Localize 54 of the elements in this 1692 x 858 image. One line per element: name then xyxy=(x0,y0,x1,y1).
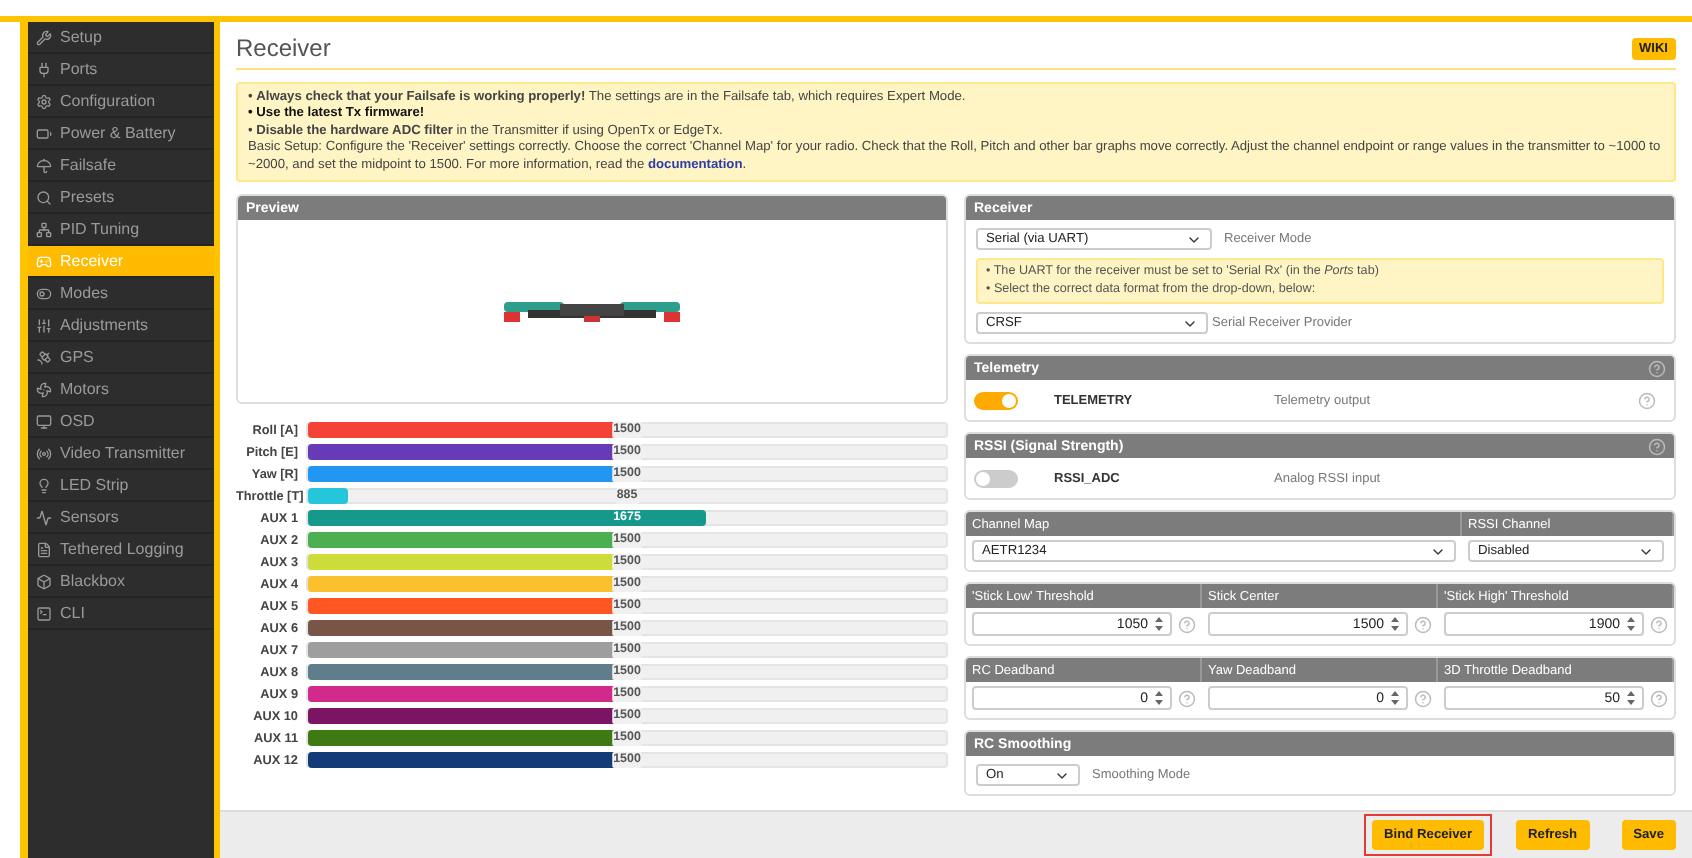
sidebar-item[interactable]: Presets xyxy=(28,182,214,214)
help-icon[interactable] xyxy=(1638,391,1656,410)
box-icon xyxy=(36,573,52,589)
spinner-icon[interactable] xyxy=(1154,616,1164,633)
toggle-icon xyxy=(36,285,52,301)
help-icon[interactable] xyxy=(1650,689,1668,708)
sidebar-item[interactable]: Failsafe xyxy=(28,150,214,182)
sidebar-item[interactable]: Blackbox xyxy=(28,566,214,598)
battery-icon xyxy=(36,125,52,141)
satellite-icon xyxy=(36,349,52,365)
toggle-switch[interactable] xyxy=(974,469,1018,488)
page-title: Receiver xyxy=(236,34,331,62)
sidebar-item[interactable]: Sensors xyxy=(28,502,214,534)
help-icon[interactable] xyxy=(1650,615,1668,634)
sidebar-item[interactable]: Motors xyxy=(28,374,214,406)
sidebar-item[interactable]: CLI xyxy=(28,598,214,630)
spinner-icon[interactable] xyxy=(1390,690,1400,707)
sidebar-item[interactable]: OSD xyxy=(28,406,214,438)
toggle-switch[interactable] xyxy=(974,391,1018,410)
gamepad-icon xyxy=(36,253,52,269)
lightbulb-icon xyxy=(36,477,52,493)
help-icon[interactable] xyxy=(1414,615,1432,634)
sidebar-item[interactable]: Ports xyxy=(28,54,214,86)
sidebar-item[interactable]: GPS xyxy=(28,342,214,374)
sidebar-item[interactable]: Adjustments xyxy=(28,310,214,342)
sidebar-item[interactable]: LED Strip xyxy=(28,470,214,502)
spinner-icon[interactable] xyxy=(1626,616,1636,633)
help-icon[interactable] xyxy=(1178,689,1196,708)
fan-icon xyxy=(36,381,52,397)
sidebar-item[interactable]: Tethered Logging xyxy=(28,534,214,566)
sidebar-item[interactable]: Setup xyxy=(28,22,214,54)
wrench-icon xyxy=(36,29,52,45)
monitor-icon xyxy=(36,413,52,429)
search-icon xyxy=(36,189,52,205)
sidebar-item[interactable]: Video Transmitter xyxy=(28,438,214,470)
document-icon xyxy=(36,541,52,557)
gear-icon xyxy=(36,93,52,109)
sidebar-item[interactable]: Configuration xyxy=(28,86,214,118)
sidebar-item[interactable]: Modes xyxy=(28,278,214,310)
umbrella-icon xyxy=(36,157,52,173)
spinner-icon[interactable] xyxy=(1390,616,1400,633)
sliders-icon xyxy=(36,317,52,333)
network-icon xyxy=(36,221,52,237)
spinner-icon[interactable] xyxy=(1626,690,1636,707)
help-icon[interactable] xyxy=(1648,437,1666,456)
help-icon[interactable] xyxy=(1178,615,1196,634)
terminal-icon xyxy=(36,605,52,621)
broadcast-icon xyxy=(36,445,52,461)
help-icon[interactable] xyxy=(1648,359,1666,378)
plug-icon xyxy=(36,61,52,77)
help-icon[interactable] xyxy=(1414,689,1432,708)
sidebar-item[interactable]: Power & Battery xyxy=(28,118,214,150)
pulse-icon xyxy=(36,509,52,525)
spinner-icon[interactable] xyxy=(1154,690,1164,707)
